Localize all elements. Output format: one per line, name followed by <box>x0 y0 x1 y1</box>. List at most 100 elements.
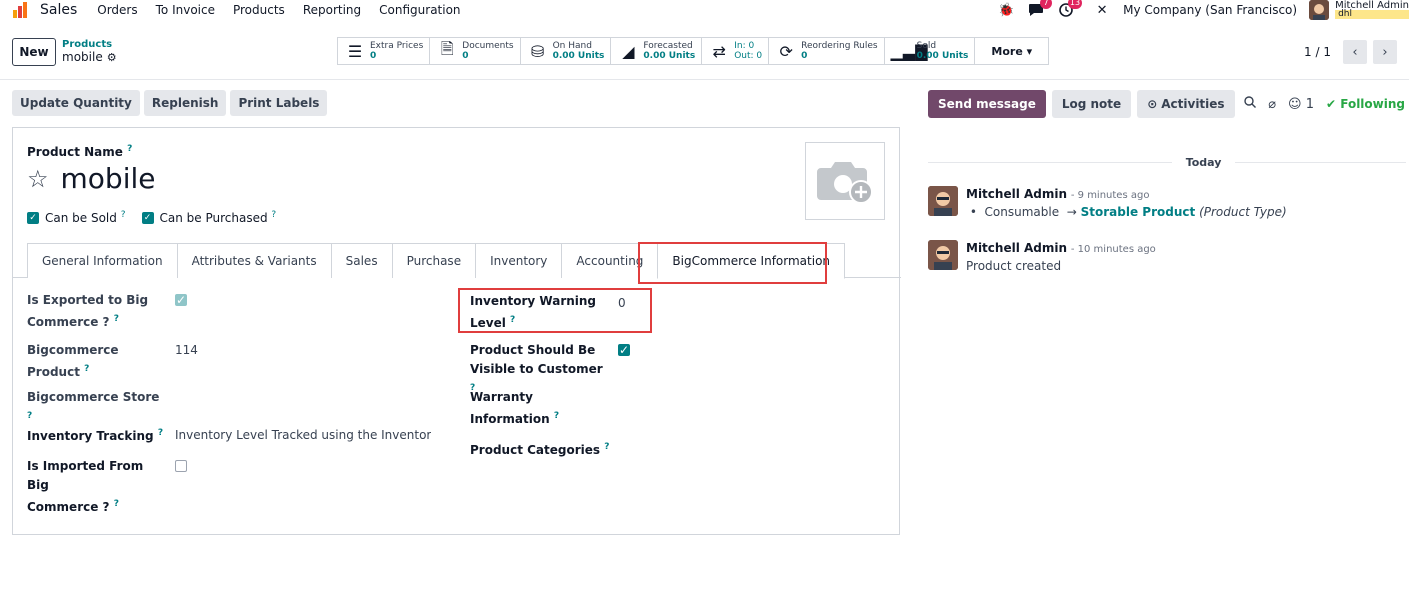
new-button[interactable]: New <box>12 38 56 66</box>
author-avatar[interactable] <box>928 186 958 216</box>
tab-attributes-variants[interactable]: Attributes & Variants <box>176 243 332 278</box>
tracking-value: • Consumable → Storable Product (Product… <box>966 205 1287 219</box>
activities-label: Activities <box>1161 97 1225 111</box>
more-button[interactable]: More ▾ <box>974 37 1050 65</box>
app-name[interactable]: Sales <box>40 2 77 18</box>
message-time: - 9 minutes ago <box>1070 190 1150 201</box>
search-icon[interactable] <box>1244 96 1257 112</box>
main-menu: Sales Orders To Invoice Products Reporti… <box>40 0 479 20</box>
sales-app-icon[interactable] <box>12 2 28 18</box>
date-separator: Today <box>928 155 1406 169</box>
imported-label: Is Imported From Big Commerce ? ? <box>27 459 144 514</box>
can-be-purchased-label: Can be Purchased ? <box>159 210 277 225</box>
message-text: Product created <box>966 259 1062 273</box>
clock-icon: ⊙ <box>1147 97 1158 111</box>
visible-checkbox[interactable]: ✓ <box>618 343 630 357</box>
tab-inventory[interactable]: Inventory <box>475 243 563 278</box>
chat-icon[interactable]: 7 <box>1027 0 1053 19</box>
chatter-tools: ⌀ ☺ 1 ✔ Following <box>1244 96 1405 112</box>
followers-count: 1 <box>1305 96 1314 112</box>
on-hand-button[interactable]: ⛁ On Hand 0.00 Units <box>519 37 611 65</box>
documents-button[interactable]: 🗎 Documents 0 <box>429 37 520 65</box>
pager-value[interactable]: 1 / 1 <box>1304 45 1331 59</box>
breadcrumb-current-label: mobile <box>62 50 103 64</box>
forecasted-button[interactable]: ◢ Forecasted 0.00 Units <box>610 37 702 65</box>
can-be-sold-checkbox[interactable]: ✓ <box>27 211 39 224</box>
title-row: ☆ mobile <box>27 162 155 195</box>
breadcrumb-current: mobile ⚙ <box>62 50 117 65</box>
bc-store-label: Bigcommerce Store ? <box>27 390 160 421</box>
update-quantity-button[interactable]: Update Quantity <box>12 90 140 116</box>
activities-button[interactable]: ⊙ Activities <box>1137 90 1235 118</box>
smart-value: 0.00 Units <box>552 51 605 61</box>
smart-buttons: ☰ Extra Prices 0 🗎 Documents 0 ⛁ On Hand 0.… <box>337 37 1050 65</box>
smart-label: Reordering Rules <box>801 41 878 51</box>
sold-button[interactable]: ▁▃▇ Sold 0.00 Units <box>883 37 975 65</box>
product-flags: ✓ Can be Sold ? ✓ Can be Purchased ? <box>27 210 286 225</box>
extra-prices-button[interactable]: ☰ Extra Prices 0 <box>337 37 430 65</box>
highlight-tab-box <box>638 242 827 284</box>
bc-product-value: 114 <box>175 343 198 357</box>
message-time: - 10 minutes ago <box>1070 244 1156 255</box>
user-menu[interactable]: Mitchell Admin dhl <box>1335 1 1409 19</box>
tab-sales[interactable]: Sales <box>330 243 393 278</box>
user-avatar[interactable] <box>1309 0 1330 20</box>
menu-products[interactable]: Products <box>233 3 285 17</box>
reordering-rules-button[interactable]: ⟳ Reordering Rules 0 <box>768 37 884 65</box>
bc-product-label: Bigcommerce Product ? <box>27 343 119 379</box>
product-name-label: Product Name ? <box>27 144 133 159</box>
pager-next-icon[interactable]: › <box>1373 40 1397 64</box>
menu-configuration[interactable]: Configuration <box>379 3 460 17</box>
following-label: Following <box>1340 97 1405 111</box>
messages-badge: 7 <box>1040 0 1053 9</box>
database-name: dhl <box>1335 10 1409 19</box>
replenish-button[interactable]: Replenish <box>143 90 227 116</box>
send-message-button[interactable]: Send message <box>928 90 1046 118</box>
activities-badge: 13 <box>1067 0 1083 9</box>
chatter-message: Mitchell Admin - 9 minutes ago • Consuma… <box>928 186 1287 220</box>
clock-icon[interactable]: 13 <box>1057 0 1083 19</box>
tab-purchase[interactable]: Purchase <box>391 243 477 278</box>
more-label: More ▾ <box>991 44 1033 58</box>
inventory-warning-field[interactable]: 0 <box>618 294 626 313</box>
old-value: Consumable <box>984 205 1060 219</box>
tab-general-information[interactable]: General Information <box>27 243 178 278</box>
author-avatar[interactable] <box>928 240 958 270</box>
can-be-purchased-checkbox[interactable]: ✓ <box>141 211 154 224</box>
chatter-topbar: Send message Log note ⊙ Activities <box>928 90 1235 118</box>
message-author[interactable]: Mitchell Admin <box>966 241 1067 255</box>
log-note-button[interactable]: Log note <box>1051 90 1132 118</box>
smart-label: On Hand <box>552 41 592 51</box>
smart-label: Sold <box>916 41 937 51</box>
smart-value: 0.00 Units <box>916 51 969 61</box>
inventory-tracking-field[interactable]: Inventory Level Tracked using the Invent… <box>175 426 431 445</box>
paperclip-icon[interactable]: ⌀ <box>1268 97 1276 112</box>
company-switcher[interactable]: My Company (San Francisco) <box>1123 3 1297 17</box>
gear-icon[interactable]: ⚙ <box>107 51 117 64</box>
list-icon: ☰ <box>347 41 363 61</box>
menu-reporting[interactable]: Reporting <box>303 3 361 17</box>
message-author[interactable]: Mitchell Admin <box>966 187 1067 201</box>
in-out-button[interactable]: ⇄ In: 0 Out: 0 <box>701 37 769 65</box>
breadcrumb: Products mobile ⚙ <box>62 38 117 64</box>
exported-checkbox[interactable]: ✓ <box>175 293 187 307</box>
followers-button[interactable]: ☺ 1 <box>1288 97 1314 112</box>
product-image[interactable] <box>805 142 885 220</box>
menu-orders[interactable]: Orders <box>97 3 137 17</box>
tracked-field: (Product Type) <box>1199 205 1287 219</box>
exchange-icon: ⇄ <box>712 41 726 61</box>
imported-checkbox[interactable] <box>175 460 187 472</box>
refresh-icon: ⟳ <box>779 41 793 61</box>
smart-label: Documents <box>462 41 514 51</box>
pager-previous-icon[interactable]: ‹ <box>1343 40 1367 64</box>
star-icon[interactable]: ☆ <box>27 165 49 193</box>
product-name-field[interactable]: mobile <box>61 162 156 195</box>
print-labels-button[interactable]: Print Labels <box>230 90 328 116</box>
tools-icon[interactable]: ✕ <box>1093 1 1111 19</box>
menu-to-invoice[interactable]: To Invoice <box>156 3 215 17</box>
following-button[interactable]: ✔ Following <box>1326 97 1405 111</box>
pager: 1 / 1 ‹ › <box>1304 40 1397 64</box>
document-icon: 🗎 <box>440 38 454 58</box>
bug-icon[interactable]: 🐞 <box>997 1 1015 19</box>
arrow-right-icon: → <box>1066 205 1077 219</box>
